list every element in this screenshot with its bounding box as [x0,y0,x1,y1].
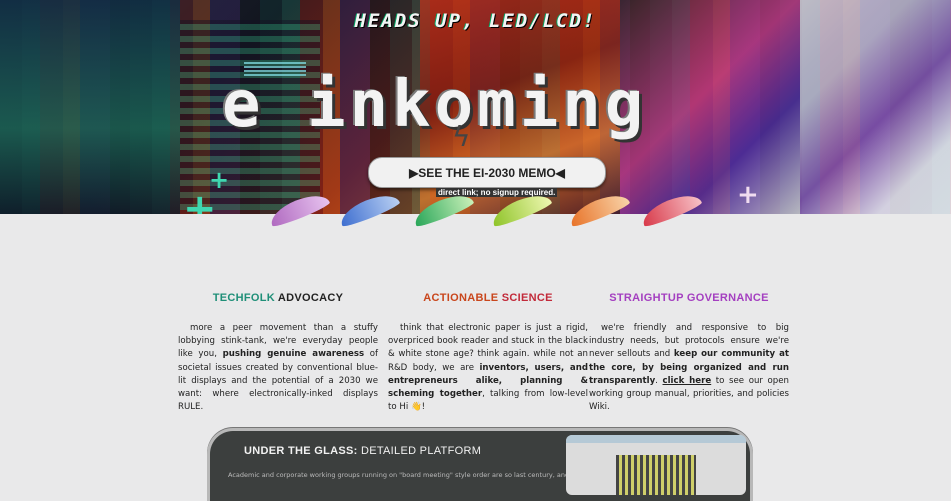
memo-cta-button[interactable]: ▶SEE THE EI-2030 MEMO◀ [368,157,606,188]
text-emphasis: pushing genuine awareness [222,349,365,360]
column-text: we're friendly and responsive to big ind… [589,322,789,414]
platform-panel: UNDER THE GLASS: DETAILED PLATFORM Acade… [207,428,753,501]
column-title: ACTIONABLE SCIENCE [388,292,588,304]
column-title-part: GOVERNANCE [683,292,769,304]
wiki-link[interactable]: click here [663,376,712,386]
text-span: . [655,375,663,386]
lightning-bolt-icon: ϟ [452,120,471,153]
column-title-part: ACTIONABLE [423,292,499,304]
hero-glitch-art [800,0,951,214]
hero-subtitle: HEADS UP, LED/LCD! [354,10,597,32]
column-governance: STRAIGHTUP GOVERNANCE we're friendly and… [589,292,789,414]
column-title-part: STRAIGHTUP [609,292,684,304]
column-title-part: SCIENCE [498,292,553,304]
hero-title: e inkoming [222,68,648,142]
column-science: ACTIONABLE SCIENCE think that electronic… [388,292,588,414]
column-title-part: TECHFOLK [212,292,275,304]
column-advocacy: TECHFOLK ADVOCACY more a peer movement t… [178,292,378,414]
panel-title-part: UNDER THE GLASS: [244,445,358,457]
column-title: TECHFOLK ADVOCACY [178,292,378,304]
platform-screenshot-image [566,435,746,495]
screenshot-grid [616,455,696,495]
column-title: STRAIGHTUP GOVERNANCE [589,292,789,304]
plus-icon: + [209,166,230,194]
hero-banner: HEADS UP, LED/LCD! e inkoming ϟ + + + ▶S… [0,0,951,214]
panel-title-part: DETAILED PLATFORM [357,445,482,457]
column-text: more a peer movement than a stuffy lobby… [178,322,378,414]
plus-icon: + [737,180,759,210]
column-title-part: ADVOCACY [274,292,344,304]
column-text: think that electronic paper is just a ri… [388,322,588,414]
hero-glitch-art [0,0,180,214]
panel-title: UNDER THE GLASS: DETAILED PLATFORM [244,445,481,457]
screenshot-titlebar [566,435,746,443]
